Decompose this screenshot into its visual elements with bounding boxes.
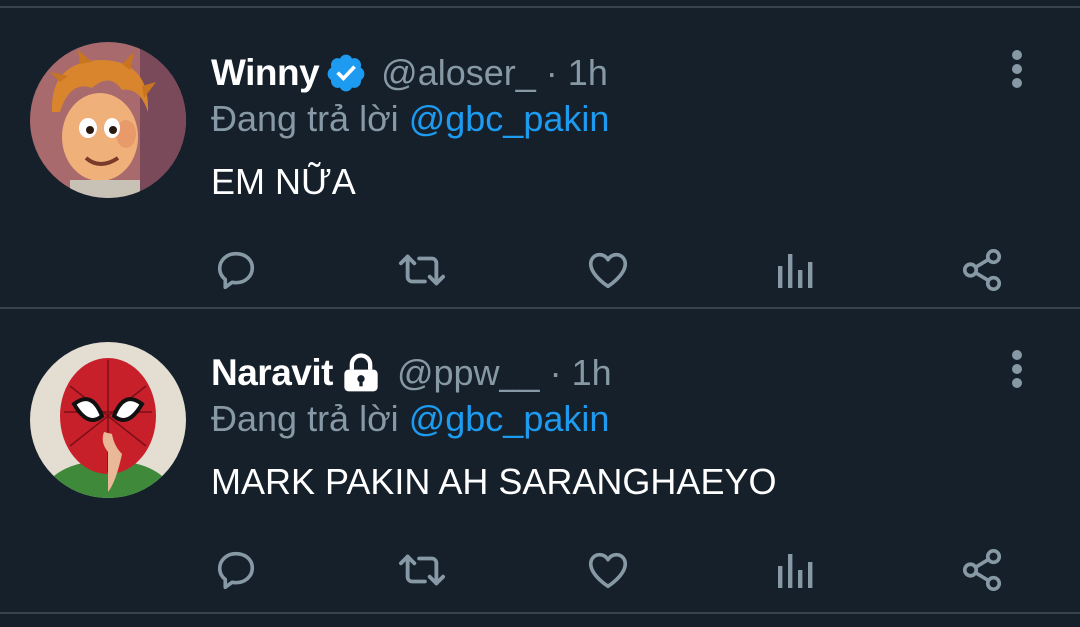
tweet-text: MARK PAKIN AH SARANGHAEYO — [211, 461, 777, 502]
tweet[interactable]: Winny @aloser_ · 1h Đang trả lời @gbc_pa… — [0, 8, 1080, 308]
user-handle[interactable]: @aloser_ — [381, 52, 536, 94]
avatar[interactable] — [30, 42, 186, 198]
avatar[interactable] — [30, 342, 186, 498]
like-icon[interactable] — [581, 543, 635, 597]
reply-prefix: Đang trả lời — [211, 398, 399, 439]
display-name[interactable]: Winny — [211, 52, 320, 94]
tweet-header: Naravit @ppw__ · 1h — [211, 348, 612, 398]
share-icon[interactable] — [955, 243, 1009, 297]
retweet-icon[interactable] — [395, 243, 449, 297]
spiderman-mask-avatar — [30, 342, 186, 498]
like-icon[interactable] — [581, 243, 635, 297]
action-bar — [0, 243, 1080, 297]
analytics-icon[interactable] — [769, 243, 823, 297]
analytics-icon[interactable] — [769, 543, 823, 597]
reply-prefix: Đang trả lời — [211, 98, 399, 139]
reply-icon[interactable] — [209, 243, 263, 297]
reply-context: Đang trả lời @gbc_pakin — [211, 98, 609, 140]
bottom-divider — [0, 612, 1080, 614]
timestamp[interactable]: 1h — [572, 352, 612, 394]
share-icon[interactable] — [955, 543, 1009, 597]
reply-mention-link[interactable]: @gbc_pakin — [409, 398, 610, 439]
retweet-icon[interactable] — [395, 543, 449, 597]
reply-mention-link[interactable]: @gbc_pakin — [409, 98, 610, 139]
lock-icon — [339, 353, 383, 393]
separator-dot: · — [549, 352, 562, 393]
cartoon-boy-avatar — [30, 42, 186, 198]
display-name[interactable]: Naravit — [211, 352, 333, 394]
timestamp[interactable]: 1h — [568, 52, 608, 94]
user-handle[interactable]: @ppw__ — [397, 352, 540, 394]
reply-context: Đang trả lời @gbc_pakin — [211, 398, 609, 440]
verified-icon — [325, 52, 367, 94]
tweet[interactable]: Naravit @ppw__ · 1h Đang trả lời @gbc_pa… — [0, 308, 1080, 608]
tweet-header: Winny @aloser_ · 1h — [211, 48, 608, 98]
separator-dot: · — [545, 52, 558, 93]
more-options-icon[interactable] — [1004, 48, 1030, 90]
tweet-text: EM NỮA — [211, 161, 356, 202]
action-bar — [0, 543, 1080, 597]
reply-icon[interactable] — [209, 543, 263, 597]
more-options-icon[interactable] — [1004, 348, 1030, 390]
